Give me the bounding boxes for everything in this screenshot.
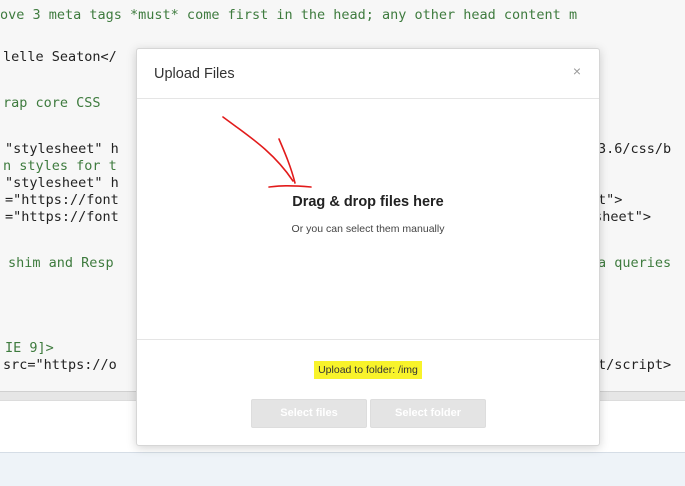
close-icon[interactable]: × (569, 63, 585, 79)
select-files-button[interactable]: Select files (251, 399, 367, 428)
code-token: t"> (598, 192, 623, 208)
code-token: ="https://font (5, 192, 119, 208)
code-line: ove 3 meta tags *must* come first in the… (0, 7, 577, 23)
code-line: "stylesheet" h (5, 175, 119, 191)
code-token: "stylesheet" h (5, 141, 119, 157)
code-token: rap core CSS (3, 95, 101, 111)
code-token: ="https://font (5, 209, 119, 225)
upload-folder-text: Upload to folder: /img (314, 361, 422, 379)
code-token: 3.6/css/b (598, 141, 672, 157)
code-token: src="https://o (3, 357, 117, 373)
dialog-header: Upload Files × (137, 49, 599, 99)
code-line: ="https://font (5, 192, 119, 208)
code-line: ="https://font (5, 209, 119, 225)
code-line: 3.6/css/b (598, 141, 671, 157)
code-line: IE 9]> (5, 340, 54, 356)
code-token: n styles for t (3, 158, 117, 174)
code-line: "stylesheet" h (5, 141, 119, 157)
drop-zone-subtitle: Or you can select them manually (291, 223, 445, 235)
dialog-title: Upload Files (154, 66, 235, 82)
dialog-footer: Upload to folder: /img Select files Sele… (137, 339, 599, 446)
code-line: n styles for t (3, 158, 117, 174)
code-token: IE 9]> (5, 340, 54, 356)
status-strip (0, 452, 685, 486)
code-token: "stylesheet" h (5, 175, 119, 191)
code-line: rap core CSS (3, 95, 101, 111)
code-line: t"> (598, 192, 622, 208)
code-line: src="https://o (3, 357, 117, 373)
upload-files-dialog: Upload Files × Drag & drop files here Or… (136, 48, 600, 446)
upload-folder-label: Upload to folder: /img (137, 361, 599, 379)
code-line: t/script> (598, 357, 671, 373)
code-token: a queries (598, 255, 672, 271)
drop-zone-title: Drag & drop files here (292, 194, 444, 210)
code-token: ove 3 meta tags *must* come first in the… (0, 7, 578, 23)
drop-zone[interactable]: Drag & drop files here Or you can select… (137, 99, 599, 339)
select-folder-button[interactable]: Select folder (370, 399, 486, 428)
code-line: lelle Seaton</ (3, 49, 117, 65)
code-token: t/script> (598, 357, 672, 373)
annotation-arrow-icon (222, 116, 312, 188)
code-line: a queries (598, 255, 671, 271)
code-token: shim and Resp (8, 255, 114, 271)
code-line: shim and Resp (8, 255, 114, 271)
code-token: lelle Seaton</ (3, 49, 117, 65)
